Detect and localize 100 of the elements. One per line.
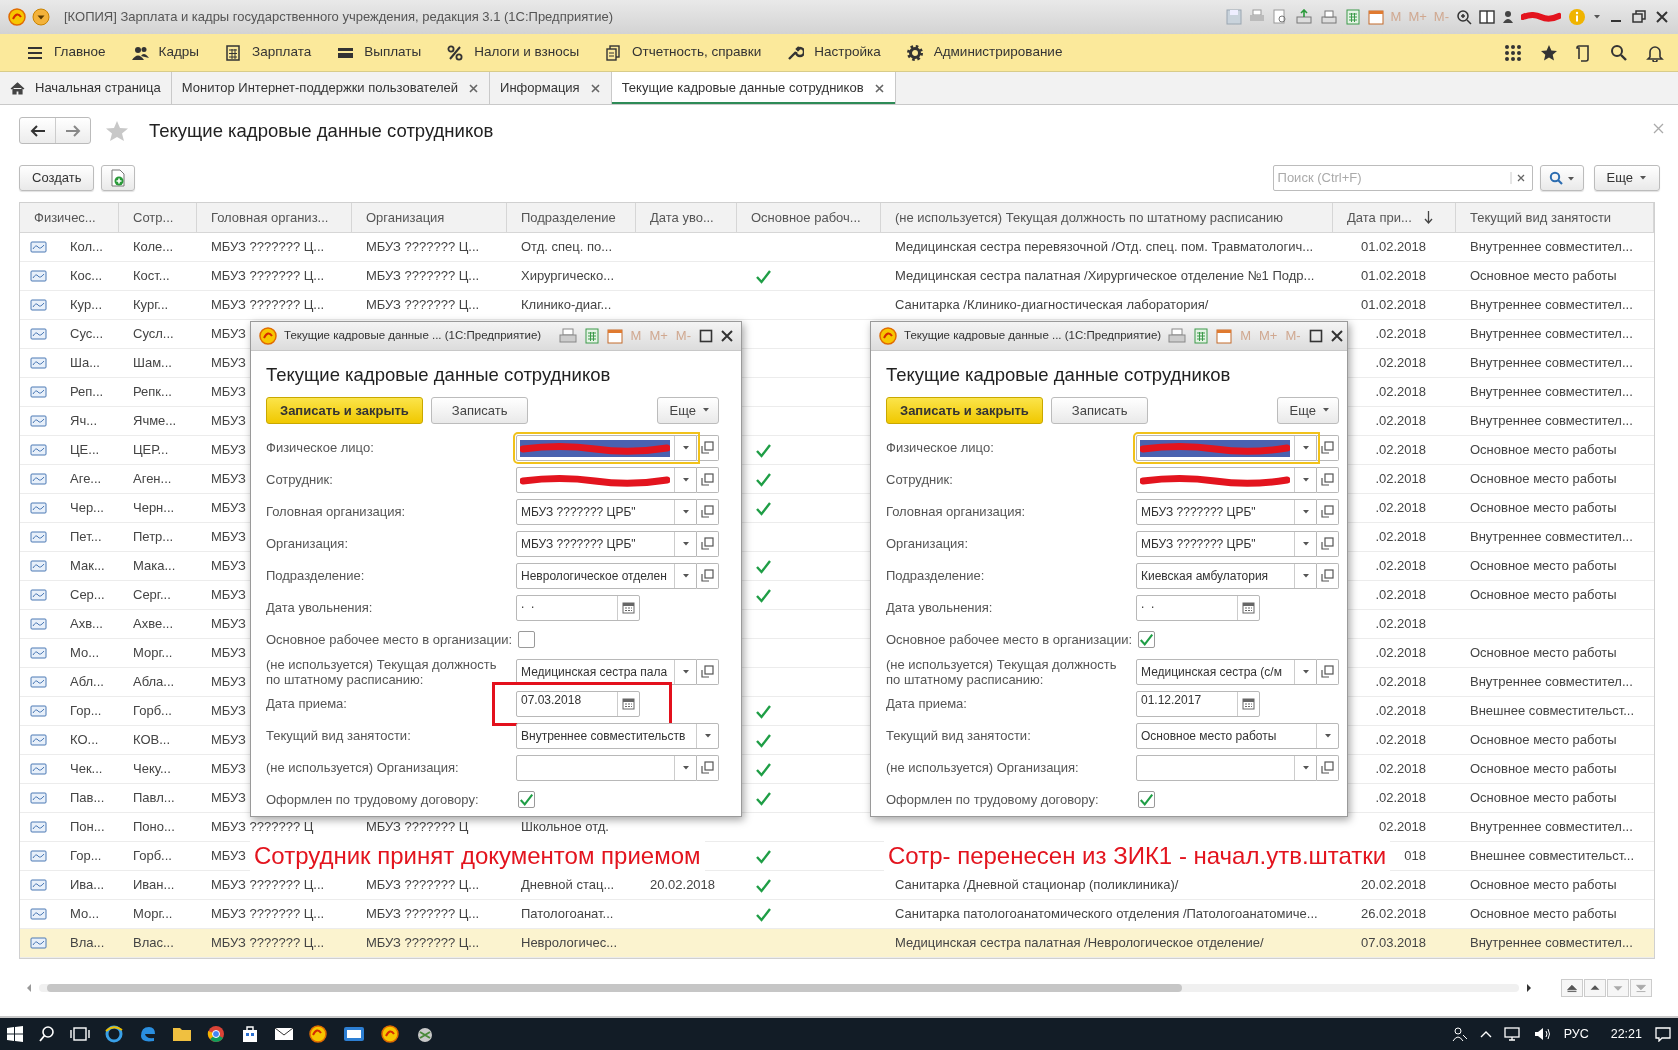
speaker-icon[interactable]	[1533, 1026, 1552, 1042]
save-and-close-button[interactable]: Записать и закрыть	[266, 396, 423, 424]
dropdown-field[interactable]: Киевская амбулатория	[1137, 563, 1294, 588]
scroll-left-icon[interactable]	[25, 983, 33, 993]
dropdown-field[interactable]: Неврологическое отделен	[516, 562, 697, 589]
favorite-star-icon[interactable]	[105, 119, 129, 142]
dropdown-field[interactable]	[1136, 434, 1317, 461]
menu-dropdown-icon[interactable]	[32, 8, 50, 26]
open-button[interactable]	[697, 562, 719, 589]
dropdown-field[interactable]: Неврологическое отделен	[517, 563, 674, 588]
column-header[interactable]: Физичес...	[20, 203, 119, 232]
browser-icon[interactable]	[206, 1024, 226, 1044]
save-button[interactable]: Записать	[1050, 396, 1149, 424]
apps-icon[interactable]	[1504, 43, 1522, 62]
notification-icon[interactable]	[1654, 1026, 1672, 1042]
page-up-icon[interactable]	[1584, 979, 1606, 997]
open-button[interactable]	[1317, 434, 1339, 461]
dropdown-field[interactable]: Основное место работы	[1137, 723, 1316, 748]
dropdown-field[interactable]: Основное место работы	[1136, 722, 1339, 749]
dropdown-field[interactable]: МБУЗ ??????? ЦРБ"	[1137, 499, 1294, 524]
menu-item[interactable]: Главное	[54, 42, 106, 63]
column-header[interactable]: Дата при...	[1333, 203, 1456, 232]
upload-icon[interactable]	[1294, 9, 1313, 25]
more-button[interactable]: Еще	[656, 396, 719, 424]
date-field[interactable]: 01.12.2017	[1137, 691, 1237, 716]
dropdown-field[interactable]: Внутреннее совместительств	[516, 722, 719, 749]
calculator-icon[interactable]	[1344, 9, 1361, 25]
menu-item[interactable]: Настройка	[814, 42, 881, 63]
preview-icon[interactable]	[1271, 9, 1288, 25]
open-button[interactable]	[697, 530, 719, 557]
column-header[interactable]: Подразделение	[507, 203, 636, 232]
dropdown-field[interactable]: МБУЗ ??????? ЦРБ"	[516, 530, 697, 557]
menu-item[interactable]: Выплаты	[364, 42, 422, 63]
calculator-icon[interactable]	[1194, 328, 1209, 344]
bell-icon[interactable]	[1646, 43, 1664, 62]
column-header[interactable]: Дата уво...	[636, 203, 737, 232]
tab[interactable]: Текущие кадровые данные сотрудников	[611, 72, 896, 104]
dropdown-field[interactable]: Медицинская сестра пала	[517, 659, 674, 684]
search-field[interactable]: Поиск (Ctrl+F)	[1272, 165, 1533, 191]
close-icon[interactable]	[589, 82, 601, 94]
open-button[interactable]	[1317, 562, 1339, 589]
panel-icon[interactable]	[1479, 9, 1495, 25]
checkbox[interactable]	[518, 631, 535, 649]
dropdown-field[interactable]	[516, 466, 697, 493]
close-icon[interactable]	[1330, 330, 1343, 342]
dropdown-field[interactable]: Внутреннее совместительств	[517, 723, 696, 748]
close-icon[interactable]	[873, 82, 885, 94]
dropdown-field[interactable]	[1136, 754, 1317, 781]
print-icon[interactable]	[1168, 328, 1187, 344]
dropdown-field[interactable]	[516, 434, 697, 461]
folder-icon[interactable]	[172, 1025, 192, 1043]
selected-row[interactable]: Вла... Влас... МБУЗ ??????? Ц... МБУЗ ??????? Ц... Неврологичес... Медицинская сестра палатная /Неврологическое отделение/ 07.03.2018 Внутреннее совместител...	[20, 929, 1654, 958]
open-button[interactable]	[1317, 658, 1339, 685]
dropdown-field[interactable]: Медицинская сестра пала	[516, 658, 697, 685]
open-button[interactable]	[1317, 466, 1339, 493]
document-icon[interactable]	[1576, 43, 1592, 62]
checkbox[interactable]	[1138, 791, 1155, 809]
column-header[interactable]: Организация	[352, 203, 507, 232]
add-document-button[interactable]	[101, 165, 136, 191]
dropdown-field[interactable]: МБУЗ ??????? ЦРБ"	[516, 498, 697, 525]
date-field[interactable]: 07.03.2018	[516, 690, 640, 717]
calendar-icon[interactable]	[1367, 9, 1384, 25]
info-icon[interactable]	[1568, 8, 1586, 26]
scroll-right-icon[interactable]	[1525, 983, 1533, 993]
open-button[interactable]	[697, 658, 719, 685]
calculator-icon[interactable]	[584, 328, 599, 344]
calendar-icon[interactable]	[606, 328, 623, 344]
menu-item[interactable]: Зарплата	[252, 42, 312, 63]
start-icon[interactable]	[6, 1025, 24, 1043]
language-indicator[interactable]: РУС	[1563, 1024, 1589, 1044]
first-page-icon[interactable]	[1561, 979, 1583, 997]
save-button[interactable]: Записать	[430, 396, 529, 424]
menu-item[interactable]: Налоги и взносы	[474, 42, 580, 63]
caret-icon[interactable]	[1593, 14, 1601, 20]
maximize-icon[interactable]	[699, 329, 713, 343]
open-button[interactable]	[697, 434, 719, 461]
calendar-icon[interactable]	[1216, 328, 1233, 344]
dropdown-field[interactable]: МБУЗ ??????? ЦРБ"	[1136, 498, 1317, 525]
print-icon[interactable]	[558, 328, 577, 344]
date-field[interactable]: 01.12.2017	[1136, 690, 1260, 717]
more-button[interactable]: Еще	[1276, 396, 1339, 424]
maximize-icon[interactable]	[1308, 329, 1323, 343]
open-button[interactable]	[1317, 498, 1339, 525]
search-icon[interactable]	[1610, 43, 1628, 62]
store-icon[interactable]	[240, 1024, 260, 1044]
browser-icon[interactable]	[104, 1024, 124, 1044]
people-icon[interactable]	[1451, 1026, 1468, 1042]
dropdown-field[interactable]	[516, 754, 697, 781]
last-page-icon[interactable]	[1630, 979, 1652, 997]
dropdown-field[interactable]: Медицинская сестра (с/м	[1136, 658, 1317, 685]
menu-item[interactable]: Администрирование	[933, 42, 1063, 63]
app-icon[interactable]	[342, 1024, 366, 1044]
mail-icon[interactable]	[274, 1026, 294, 1042]
column-header[interactable]: (не используется) Текущая должность по штатному расписанию	[881, 203, 1333, 232]
restore-icon[interactable]	[1631, 9, 1647, 25]
scrollbar-thumb[interactable]	[47, 984, 1182, 992]
date-field[interactable]: . .	[517, 595, 617, 620]
dropdown-field[interactable]	[1136, 466, 1317, 493]
checkbox[interactable]	[518, 791, 535, 809]
zoom-icon[interactable]	[1456, 9, 1472, 25]
